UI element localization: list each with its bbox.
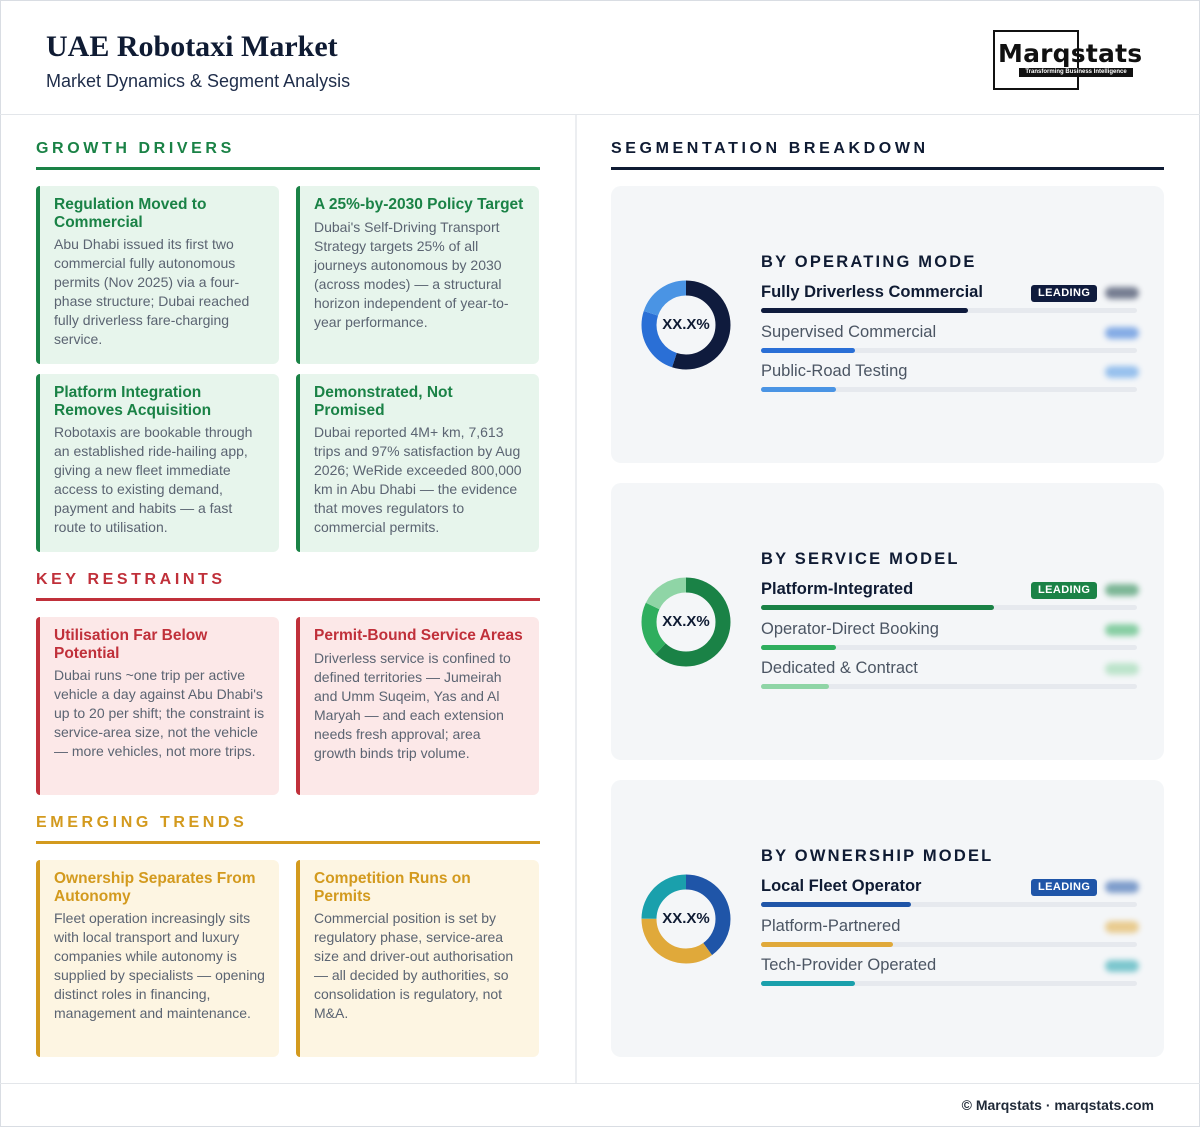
blurred-value: [1105, 920, 1139, 933]
growth-drivers-heading: GROWTH DRIVERS: [36, 140, 235, 157]
segment-bar-track: [761, 981, 1137, 986]
card-body: Robotaxis are bookable through an establ…: [54, 424, 253, 536]
donut-center-label: XX.X%: [662, 910, 710, 927]
segment-bar: [761, 347, 855, 353]
blurred-value: [1105, 584, 1139, 596]
segment-bar: [761, 981, 855, 986]
segment-bar: [761, 308, 968, 313]
segment-panel: XX.X% BY OWNERSHIP MODEL Local Fleet Opera…: [611, 780, 1164, 1057]
segment-label: Local Fleet Operator: [761, 877, 922, 895]
segment-label: Platform-Integrated: [761, 580, 914, 598]
segment-bar: [761, 605, 995, 610]
card-body: Dubai runs ~one trip per active vehicle …: [54, 667, 265, 760]
leading-badge: LEADING: [1031, 285, 1098, 302]
leading-badge: LEADING: [1031, 582, 1098, 599]
blurred-value: [1105, 663, 1139, 675]
segment-bar: [761, 902, 912, 907]
blurred-value: [1105, 960, 1139, 972]
card-body: Commercial position is set by regulatory…: [314, 910, 514, 1022]
card-title: A 25%-by-2030 Policy Target: [314, 196, 524, 213]
segment-bar-track: [761, 347, 1137, 353]
key-restraints-rule: [36, 598, 540, 601]
card-title: Utilisation Far Below Potential: [54, 627, 208, 662]
blurred-value: [1105, 881, 1139, 893]
footer-rule: [0, 1083, 1200, 1084]
driver-card: Demonstrated, Not Promised Dubai reporte…: [296, 374, 539, 552]
card-body: Dubai reported 4M+ km, 7,613 trips and 9…: [314, 424, 522, 536]
blurred-value: [1105, 623, 1139, 636]
segment-bar-track: [761, 308, 1137, 313]
driver-card: A 25%-by-2030 Policy Target Dubai's Self…: [296, 186, 539, 364]
leading-badge: LEADING: [1031, 879, 1098, 896]
segment-bar-track: [761, 605, 1137, 610]
logo: Marqstats: [998, 39, 1143, 68]
card-body: Driverless service is confined to define…: [314, 649, 511, 761]
card-body: Fleet operation increasingly sits with l…: [54, 910, 265, 1022]
emerging-trends-heading: EMERGING TRENDS: [36, 814, 248, 831]
segment-label: Supervised Commercial: [761, 322, 937, 341]
blurred-value: [1105, 287, 1139, 299]
restraint-card: Permit-Bound Service Areas Driverless se…: [296, 617, 539, 795]
segment-label: Fully Driverless Commercial: [761, 283, 983, 301]
card-body: Dubai's Self-Driving Transport Strategy …: [314, 218, 509, 330]
segment-panel: XX.X% BY OPERATING MODE Fully Driverless C…: [611, 186, 1164, 463]
donut-center-label: XX.X%: [662, 613, 710, 630]
segment-label: Tech-Provider Operated: [761, 956, 937, 974]
card-title: Regulation Moved to Commercial: [54, 196, 207, 231]
column-divider: [575, 115, 577, 1083]
segment-label: Operator-Direct Booking: [761, 619, 939, 638]
segment-bar-track: [761, 941, 1137, 947]
trend-card: Competition Runs on Permits Commercial p…: [296, 860, 539, 1057]
segment-bar: [761, 941, 893, 947]
segment-bar-track: [761, 684, 1137, 689]
card-title: Ownership Separates From Autonomy: [54, 870, 256, 905]
segment-panel: XX.X% BY SERVICE MODEL Platform-Integrated…: [611, 483, 1164, 760]
segment-bar: [761, 387, 837, 392]
segment-bar-track: [761, 902, 1137, 907]
segment-bar-track: [761, 644, 1137, 650]
donut-center-label: XX.X%: [662, 316, 710, 333]
driver-card: Platform Integration Removes Acquisition…: [36, 374, 279, 552]
page-title: UAE Robotaxi Market: [46, 30, 338, 63]
card-title: Permit-Bound Service Areas: [314, 627, 523, 644]
key-restraints-heading: KEY RESTRAINTS: [36, 571, 226, 588]
page-subtitle: Market Dynamics & Segment Analysis: [46, 71, 351, 91]
growth-drivers-rule: [36, 167, 540, 170]
card-title: Platform Integration Removes Acquisition: [54, 384, 212, 419]
segment-panel-title: BY SERVICE MODEL: [761, 550, 960, 568]
emerging-trends-rule: [36, 841, 540, 844]
segment-panel-title: BY OWNERSHIP MODEL: [761, 847, 994, 865]
logo-tagline: Transforming Business Intelligence: [1019, 68, 1133, 77]
segment-bar-track: [761, 387, 1137, 392]
card-title: Demonstrated, Not Promised: [314, 384, 453, 419]
card-body: Abu Dhabi issued its first two commercia…: [54, 236, 250, 348]
segment-label: Dedicated & Contract: [761, 659, 918, 677]
blurred-value: [1105, 326, 1139, 339]
restraint-card: Utilisation Far Below Potential Dubai ru…: [36, 617, 279, 795]
segment-label: Public-Road Testing: [761, 362, 908, 380]
segment-panel-title: BY OPERATING MODE: [761, 253, 977, 271]
segment-bar: [761, 684, 829, 689]
driver-card: Regulation Moved to Commercial Abu Dhabi…: [36, 186, 279, 364]
footer-credit: © Marqstats · marqstats.com: [961, 1097, 1154, 1113]
blurred-value: [1105, 366, 1139, 378]
card-title: Competition Runs on Permits: [314, 870, 471, 905]
segmentation-rule: [611, 167, 1164, 170]
segmentation-heading: SEGMENTATION BREAKDOWN: [611, 140, 929, 157]
segment-label: Platform-Partnered: [761, 916, 901, 935]
segment-bar: [761, 644, 837, 650]
trend-card: Ownership Separates From Autonomy Fleet …: [36, 860, 279, 1057]
